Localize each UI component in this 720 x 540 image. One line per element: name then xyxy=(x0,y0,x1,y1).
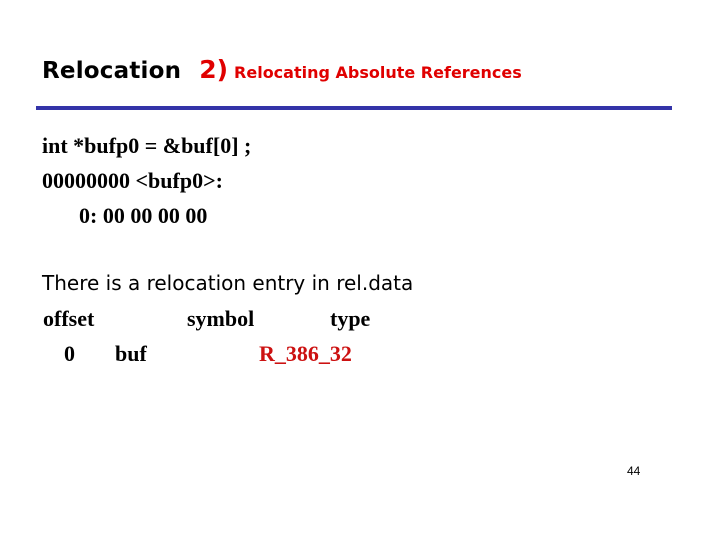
row-offset: 0 xyxy=(64,341,75,366)
relocation-statement: There is a relocation entry in rel.data xyxy=(42,271,414,295)
title-main: Relocation xyxy=(42,58,182,84)
page-number: 44 xyxy=(627,464,641,478)
row-symbol: buf xyxy=(115,341,147,366)
header-offset: offset xyxy=(43,306,95,331)
header-type: type xyxy=(330,306,371,331)
header-symbol: symbol xyxy=(187,306,255,331)
title-subtitle: Relocating Absolute References xyxy=(234,63,522,82)
title-number: 2) xyxy=(199,55,229,84)
slide-title: Relocation 2) Relocating Absolute Referenc… xyxy=(42,55,522,84)
code-line-symbol: 00000000 <bufp0>: xyxy=(42,168,223,193)
code-line-declaration: int *bufp0 = &buf[0] ; xyxy=(42,133,252,158)
code-line-bytes: 0: 00 00 00 00 xyxy=(79,203,208,228)
title-divider xyxy=(36,106,672,110)
row-type: R_386_32 xyxy=(259,341,352,366)
